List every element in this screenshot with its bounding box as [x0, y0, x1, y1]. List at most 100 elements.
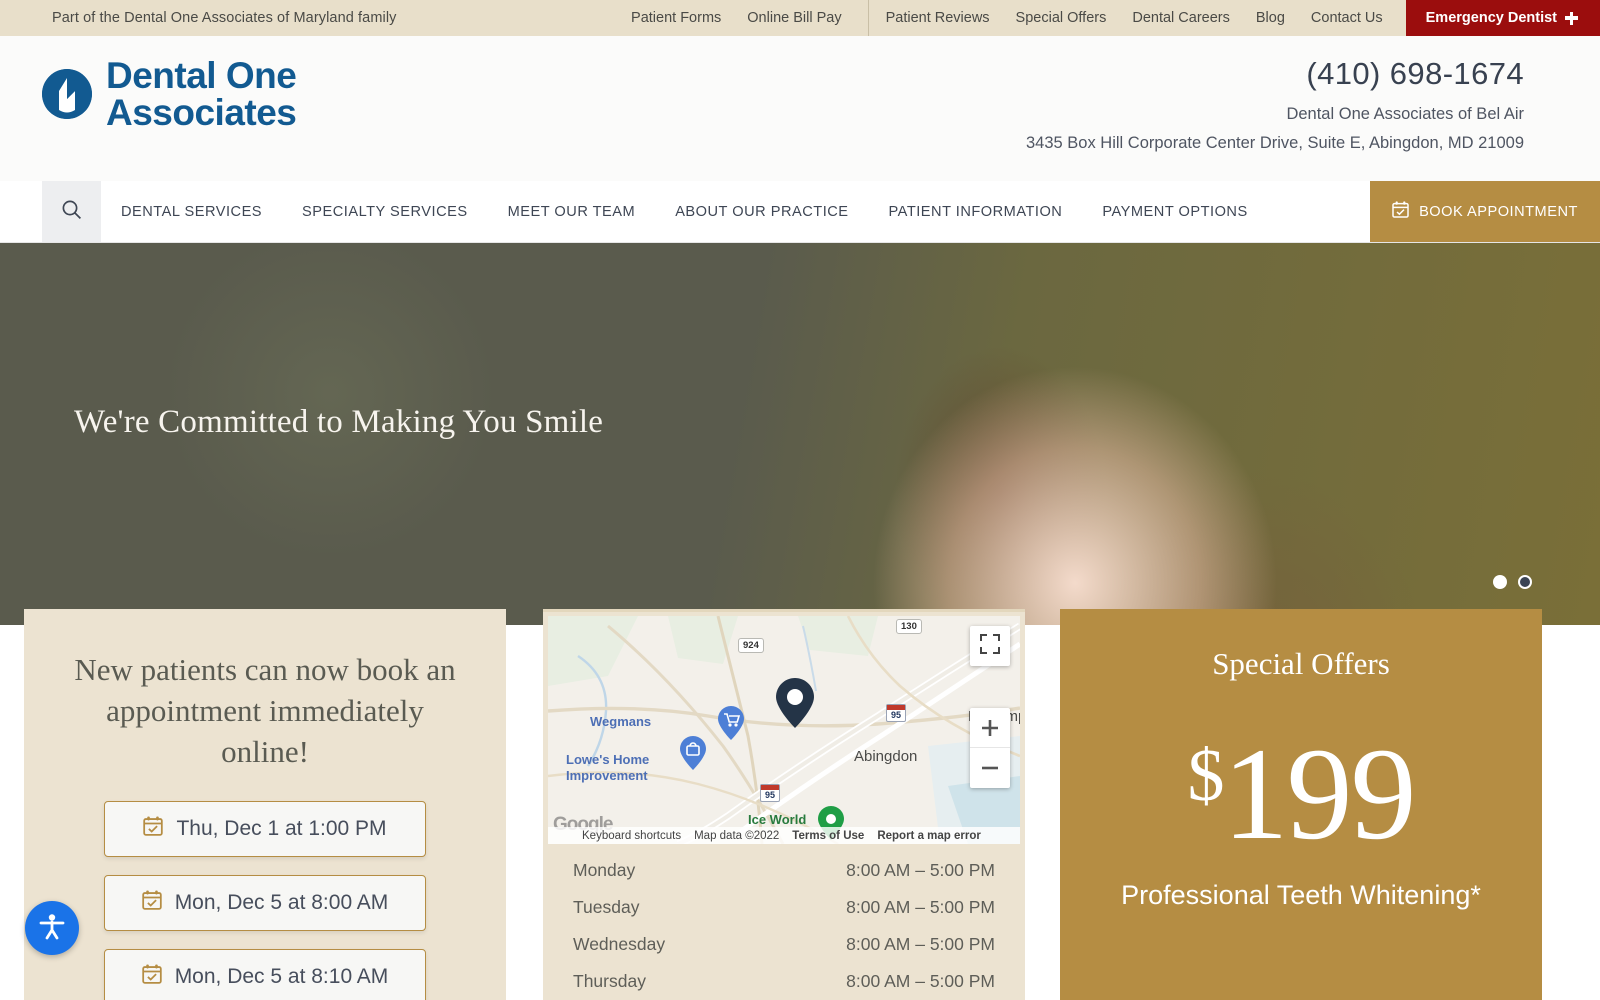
map-terms-of-use[interactable]: Terms of Use — [792, 830, 864, 842]
price-value: 199 — [1222, 720, 1417, 867]
book-appointment-button[interactable]: BOOK APPOINTMENT — [1370, 181, 1600, 242]
special-offers-subtitle: Professional Teeth Whitening* — [1121, 880, 1481, 910]
search-icon — [61, 199, 82, 225]
hours-time: 8:00 AM – 5:00 PM — [846, 860, 995, 880]
poi-wegmans-icon — [718, 706, 744, 740]
hours-day: Thursday — [573, 971, 646, 991]
emergency-label: Emergency Dentist — [1425, 10, 1557, 26]
appointment-slot-label: Mon, Dec 5 at 8:00 AM — [174, 890, 389, 914]
hero-headline: We're Committed to Making You Smile — [74, 404, 604, 440]
nav-item-meet-our-team[interactable]: MEET OUR TEAM — [488, 204, 656, 220]
hours-day: Tuesday — [573, 897, 640, 917]
map-attribution: Keyboard shortcuts Map data ©2022 Terms … — [548, 827, 1020, 844]
online-booking-card: New patients can now book an appointment… — [24, 609, 506, 1000]
nav-item-dental-services[interactable]: DENTAL SERVICES — [101, 204, 282, 220]
top-link-contact-us[interactable]: Contact Us — [1298, 0, 1396, 36]
practice-location-pin — [776, 678, 814, 728]
dental-one-logo-icon — [42, 69, 92, 120]
hours-day: Wednesday — [573, 934, 666, 954]
main-navigation: DENTAL SERVICES SPECIALTY SERVICES MEET … — [0, 181, 1600, 243]
interstate-shield-95: 95 — [886, 704, 906, 722]
hours-time: 8:00 AM – 5:00 PM — [846, 971, 995, 991]
nav-item-payment-options[interactable]: PAYMENT OPTIONS — [1082, 204, 1267, 220]
route-shield-924: 924 — [738, 638, 764, 653]
map-keyboard-shortcuts[interactable]: Keyboard shortcuts — [582, 830, 681, 842]
hours-row: Thursday 8:00 AM – 5:00 PM — [573, 963, 995, 1000]
carousel-dot-1[interactable] — [1493, 575, 1507, 589]
appointment-slot-list: Thu, Dec 1 at 1:00 PM Mon, Dec 5 at 8:00… — [24, 800, 506, 1000]
hours-day: Monday — [573, 860, 636, 880]
fullscreen-icon — [980, 633, 1000, 659]
booking-card-title: New patients can now book an appointment… — [74, 652, 456, 770]
hours-time: 8:00 AM – 5:00 PM — [846, 934, 995, 954]
accessibility-person-icon — [37, 911, 67, 946]
calendar-check-icon — [1392, 201, 1409, 222]
logo[interactable]: Dental One Associates — [42, 55, 297, 134]
logo-line-1: Dental One — [106, 55, 297, 96]
interstate-shield-95: 95 — [760, 784, 780, 802]
map-data-credit: Map data ©2022 — [694, 829, 780, 842]
special-offers-price: $199 — [1060, 728, 1542, 860]
practice-name: Dental One Associates of Bel Air — [1286, 105, 1524, 123]
google-map[interactable]: 924 130 95 95 Wegmans Lowe's Home Improv… — [548, 616, 1020, 844]
emergency-dentist-button[interactable]: Emergency Dentist — [1405, 0, 1600, 36]
map-fullscreen-button[interactable] — [970, 626, 1010, 666]
route-shield-130: 130 — [896, 619, 922, 634]
book-appointment-label: BOOK APPOINTMENT — [1419, 203, 1578, 220]
poi-lowes-icon — [680, 736, 706, 770]
top-link-patient-forms[interactable]: Patient Forms — [618, 0, 734, 36]
currency-symbol: $ — [1187, 735, 1225, 817]
calendar-check-icon — [143, 816, 164, 842]
top-links: Patient Forms Online Bill Pay Patient Re… — [618, 0, 1600, 36]
hours-row: Tuesday 8:00 AM – 5:00 PM — [573, 889, 995, 926]
location-hours-card: 924 130 95 95 Wegmans Lowe's Home Improv… — [543, 609, 1025, 1000]
map-label-abingdon: Abingdon — [854, 748, 918, 765]
phone-number[interactable]: (410) 698-1674 — [1026, 56, 1524, 92]
search-button[interactable] — [42, 181, 101, 242]
appointment-slot[interactable]: Mon, Dec 5 at 8:00 AM — [104, 874, 426, 931]
appointment-slot[interactable]: Mon, Dec 5 at 8:10 AM — [104, 948, 426, 1000]
appointment-slot-label: Mon, Dec 5 at 8:10 AM — [174, 964, 389, 988]
top-link-blog[interactable]: Blog — [1243, 0, 1298, 36]
map-zoom-out-button[interactable] — [970, 748, 1010, 788]
hours-row: Wednesday 8:00 AM – 5:00 PM — [573, 926, 995, 963]
map-report-error[interactable]: Report a map error — [877, 830, 981, 842]
special-offers-card[interactable]: Special Offers $199 Professional Teeth W… — [1060, 609, 1542, 1000]
carousel-dots — [1493, 575, 1532, 589]
accessibility-widget-button[interactable] — [25, 901, 79, 955]
logo-text: Dental One Associates — [106, 55, 297, 134]
carousel-dot-2[interactable] — [1518, 575, 1532, 589]
map-zoom-controls — [970, 708, 1010, 788]
nav-item-specialty-services[interactable]: SPECIALTY SERVICES — [282, 204, 488, 220]
site-header: Dental One Associates (410) 698-1674 Den… — [0, 36, 1600, 181]
nav-items: DENTAL SERVICES SPECIALTY SERVICES MEET … — [101, 181, 1268, 242]
office-hours-table: Monday 8:00 AM – 5:00 PM Tuesday 8:00 AM… — [543, 852, 1025, 1000]
map-label-lowes-1: Lowe's Home — [566, 752, 650, 767]
tagline: Part of the Dental One Associates of Mar… — [52, 10, 397, 26]
top-link-special-offers[interactable]: Special Offers — [1003, 0, 1120, 36]
appointment-slot[interactable]: Thu, Dec 1 at 1:00 PM — [104, 800, 426, 857]
medical-cross-icon — [1565, 11, 1578, 25]
hours-time: 8:00 AM – 5:00 PM — [846, 897, 995, 917]
appointment-slot-label: Thu, Dec 1 at 1:00 PM — [176, 816, 387, 840]
map-graphic — [548, 616, 1020, 844]
top-links-secondary: Patient Reviews Special Offers Dental Ca… — [867, 0, 1396, 36]
calendar-check-icon — [141, 890, 162, 916]
top-link-patient-reviews[interactable]: Patient Reviews — [873, 0, 1003, 36]
map-label-wegmans: Wegmans — [590, 714, 652, 729]
nav-item-about-our-practice[interactable]: ABOUT OUR PRACTICE — [655, 204, 868, 220]
map-label-ice-world: Ice World — [748, 812, 807, 827]
contact-block: (410) 698-1674 Dental One Associates of … — [1026, 56, 1524, 153]
top-utility-bar: Part of the Dental One Associates of Mar… — [0, 0, 1600, 36]
map-zoom-in-button[interactable] — [970, 708, 1010, 748]
calendar-check-icon — [141, 964, 162, 990]
hours-row: Monday 8:00 AM – 5:00 PM — [573, 852, 995, 889]
top-link-online-bill-pay[interactable]: Online Bill Pay — [734, 0, 854, 36]
special-offers-title: Special Offers — [1212, 646, 1390, 681]
practice-address: 3435 Box Hill Corporate Center Drive, Su… — [1025, 134, 1524, 152]
page-root: Part of the Dental One Associates of Mar… — [0, 0, 1600, 1000]
nav-item-patient-information[interactable]: PATIENT INFORMATION — [869, 204, 1083, 220]
logo-line-2: Associates — [106, 92, 297, 134]
map-label-lowes-2: Improvement — [566, 768, 648, 783]
top-link-dental-careers[interactable]: Dental Careers — [1119, 0, 1243, 36]
